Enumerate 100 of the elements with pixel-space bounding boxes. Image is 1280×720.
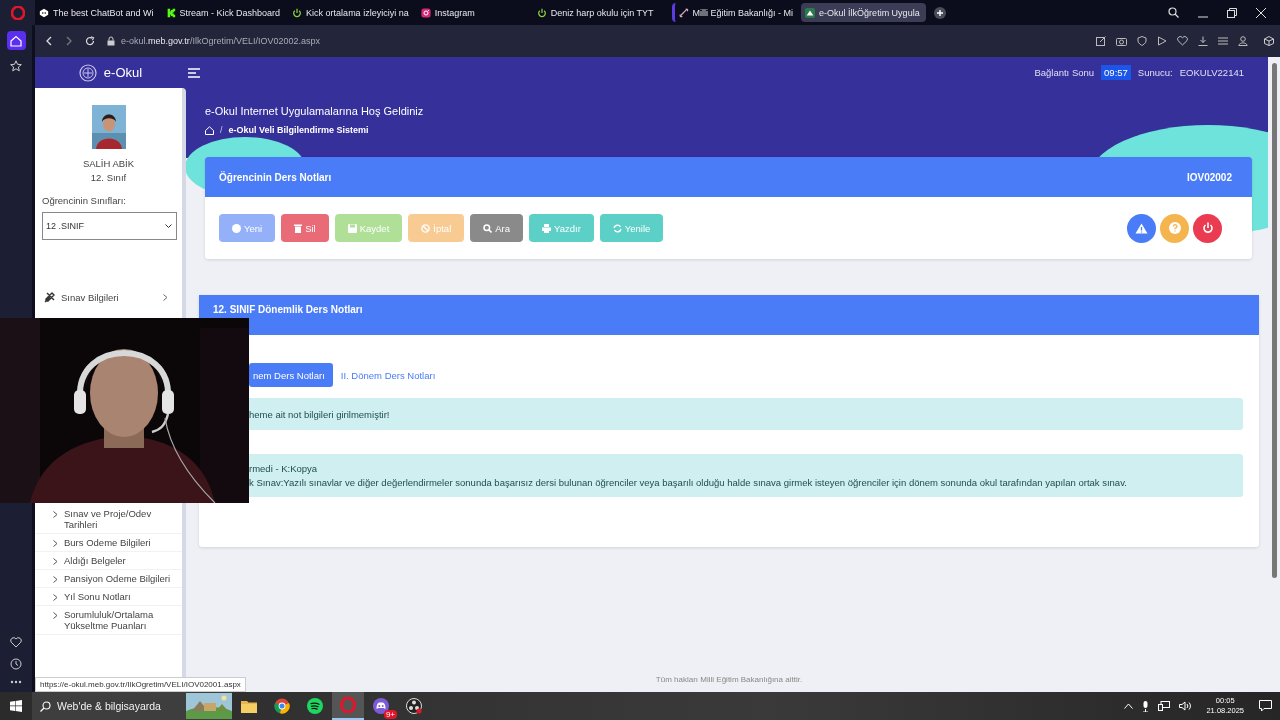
server-name: EOKULV22141 [1179,67,1244,78]
menu-icon[interactable] [1218,36,1228,46]
tools-icon [44,292,55,303]
page-code: IOV02002 [1186,171,1232,183]
card-title: 12. SINIF Dönemlik Ders Notları [213,304,363,315]
forward-icon[interactable] [65,36,73,46]
session-timer: 09:57 [1101,65,1131,80]
breadcrumb-separator: / [220,125,223,135]
start-icon[interactable] [10,700,22,712]
home-icon[interactable] [205,125,214,135]
status-url: https://e-okul.meb.gov.tr/IlkOgretim/VELI/IOV02001.aspx [35,677,246,692]
site-logo-icon [805,7,816,18]
profile-icon[interactable] [1238,36,1248,46]
chevron-right-icon [53,511,58,518]
welcome-title: e-Okul Internet Uygulamalarına Hoş Geldiniz [205,105,425,117]
home-icon [10,34,22,47]
footer-text: Tüm hakları Milli Eğitim Bakanlığına aittir. [655,675,803,684]
home-button[interactable] [6,31,26,50]
help-icon [1168,222,1181,234]
game-controller-icon [373,698,389,714]
printer-icon [542,223,552,233]
opera-icon [340,697,356,713]
browser-tab[interactable]: Deniz harp okulu için TYT [532,3,660,22]
microphone-icon[interactable] [1142,700,1150,712]
chevron-right-icon [163,294,168,301]
refresh-icon [612,223,622,233]
chevron-right-icon [53,576,58,583]
chevron-right-icon [53,612,58,619]
more-icon[interactable] [10,680,22,684]
close-icon[interactable] [1256,7,1266,18]
power-icon [1201,222,1214,234]
class-select[interactable]: 12 .SINIF [42,212,177,240]
warning-button[interactable] [1127,213,1156,243]
download-icon[interactable] [1198,36,1208,46]
card-title: Öğrencinin Ders Notları [219,171,332,183]
notification-badge: 9+ [383,710,397,719]
heart-icon[interactable] [1177,36,1188,46]
shield-icon[interactable] [1137,36,1147,46]
volume-icon[interactable] [1179,701,1192,711]
power-icon [536,7,547,18]
edit-icon[interactable] [1096,36,1106,46]
lock-icon [107,36,115,46]
robot-icon [39,7,49,18]
browser-tab[interactable]: e-Okul İlkÖğretim Uygula [801,3,926,22]
opera-logo-icon[interactable] [10,5,25,20]
play-icon[interactable] [1157,36,1167,46]
chrome-icon [274,698,290,714]
cube-icon[interactable] [1264,36,1274,46]
star-icon[interactable] [10,60,22,72]
student-class: 12. Sınıf [90,171,127,185]
heart-icon[interactable] [10,637,22,648]
new-tab-icon[interactable] [933,6,946,19]
warning-icon [1135,222,1148,234]
menu-item[interactable]: Aldığı Belgeler [35,552,182,570]
emblem-icon [78,63,97,82]
clock-icon[interactable] [10,658,22,670]
trash-icon [294,223,303,233]
chevron-right-icon [53,540,58,547]
scrollbar[interactable] [1268,57,1280,692]
recorder-icon [406,698,422,714]
save-icon [347,223,357,233]
chevron-right-icon [53,558,58,565]
menu-item[interactable]: Pansiyon Odeme Bilgileri [35,570,182,588]
classes-label: Oğrencinin Sınıfları: [42,195,127,206]
menu-item[interactable]: Sorumluluk/Ortalama Yükseltme Puanları [35,606,182,635]
browser-tab[interactable]: The best ChatBot and Wi [35,3,160,22]
menu-item[interactable]: Sınav Bilgileri [35,288,182,307]
reload-icon[interactable] [85,36,95,46]
term-tab[interactable]: nem Ders Notları [249,363,333,387]
student-name: SALİH ABİK [82,157,135,171]
chevron-up-icon[interactable] [1124,703,1134,709]
term-tab[interactable]: II. Dönem Ders Notları [336,363,444,387]
logo-text: e-Okul [103,65,143,80]
notification-icon[interactable] [1259,700,1272,712]
browser-tab[interactable]: Stream - Kick Dashboard [161,3,287,22]
search-icon[interactable] [1168,7,1179,18]
taskbar-app[interactable]: 9+ [365,692,397,720]
camera-icon [420,7,431,18]
back-icon[interactable] [45,36,53,46]
spotify-icon [307,698,323,714]
chevron-down-icon [165,223,172,229]
ban-icon [421,223,431,233]
paperclip-icon [678,7,689,18]
breadcrumb-item[interactable]: e-Okul Veli Bilgilendirme Sistemi [228,125,369,135]
folder-icon [241,699,257,713]
menu-item[interactable]: Burs Odeme Bilgileri [35,534,182,552]
plus-icon [232,223,241,233]
server-label: Sunucu: [1137,67,1173,78]
restore-icon[interactable] [1227,7,1237,18]
browser-tab[interactable]: Instagram [416,3,481,22]
browser-tab[interactable]: Kick ortalama izleyiciyi na [288,3,415,22]
search-icon [40,700,51,712]
chevron-right-icon [53,594,58,601]
camera-icon[interactable] [1116,36,1127,46]
network-icon[interactable] [1158,701,1171,711]
menu-item[interactable]: Sınav ve Proje/Odev Tarihleri [35,505,182,534]
url-field[interactable]: e-okul.meb.gov.tr/IlkOgretim/VELI/IOV02002.aspx [121,36,320,46]
k-logo-icon [165,7,176,18]
menu-item[interactable]: Yıl Sonu Notları [35,588,182,606]
logout-button[interactable] [1193,213,1222,243]
